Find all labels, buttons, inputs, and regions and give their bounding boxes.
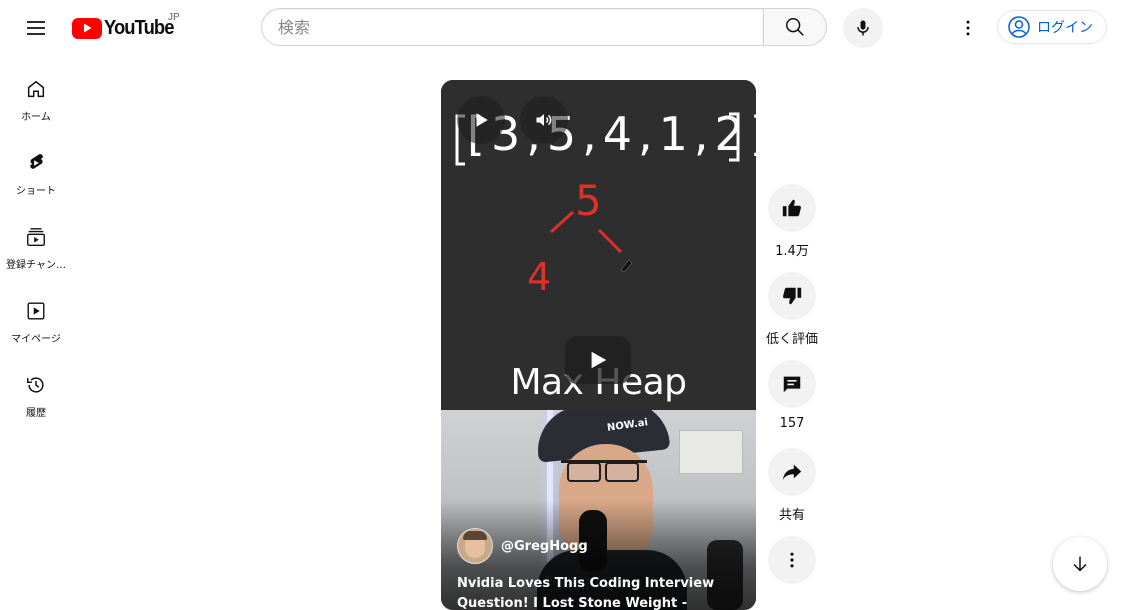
account-circle-icon — [1008, 16, 1030, 38]
video-title[interactable]: Nvidia Loves This Coding Interview Quest… — [457, 574, 747, 610]
comment-count: 157 — [779, 416, 805, 431]
channel-link[interactable]: @GregHogg — [457, 528, 588, 564]
home-icon — [27, 80, 45, 98]
heap-root-text: 5 — [575, 176, 602, 225]
like-button[interactable] — [768, 184, 816, 232]
more-vert-icon — [966, 20, 970, 36]
shorts-icon — [30, 154, 43, 169]
share-label: 共有 — [778, 508, 805, 523]
channel-name: @GregHogg — [501, 538, 588, 554]
dislike-button[interactable] — [768, 272, 816, 320]
comment-icon — [783, 376, 801, 393]
history-icon — [27, 377, 44, 393]
comments-button[interactable] — [768, 360, 816, 408]
sidebar-item-history[interactable]: 履歴 — [4, 358, 68, 432]
subscriptions-icon — [27, 228, 45, 246]
region-code: JP — [168, 12, 180, 23]
voice-search-button[interactable] — [843, 8, 883, 48]
login-label: ログイン — [1037, 20, 1093, 36]
more-action — [767, 536, 817, 584]
share-action: 共有 — [767, 448, 817, 523]
login-button[interactable]: ログイン — [997, 10, 1107, 44]
arrow-down-icon — [1073, 556, 1087, 572]
search-button[interactable] — [763, 8, 827, 46]
menu-button[interactable] — [16, 8, 56, 48]
share-icon — [782, 464, 802, 480]
search-icon — [786, 18, 804, 36]
shorts-player[interactable]: [3,5,4,1,2] 5 4 Max Heap NOW.ai @GregHog… — [441, 80, 756, 610]
sidebar-item-subscriptions[interactable]: 登録チャン… — [4, 210, 68, 284]
play-pause-button[interactable] — [457, 96, 505, 144]
search-box — [261, 8, 763, 46]
like-count: 1.4万 — [775, 244, 809, 259]
share-button[interactable] — [768, 448, 816, 496]
search-input[interactable] — [262, 9, 763, 45]
more-horiz-icon — [790, 552, 794, 568]
next-video-button[interactable] — [1053, 537, 1107, 591]
sidebar-item-label: ショート — [16, 186, 56, 197]
more-options-button[interactable] — [768, 536, 816, 584]
volume-button[interactable] — [520, 96, 568, 144]
you-icon — [27, 302, 45, 320]
comments-action: 157 — [767, 360, 817, 431]
sidebar-item-label: マイページ — [11, 334, 61, 345]
sidebar-item-home[interactable]: ホーム — [4, 62, 68, 136]
sidebar-item-you[interactable]: マイページ — [4, 284, 68, 358]
youtube-logo[interactable]: YouTube — [72, 14, 180, 42]
sidebar-item-shorts[interactable]: ショート — [4, 136, 68, 210]
logo-wordmark: YouTube — [104, 16, 174, 39]
play-icon — [476, 113, 488, 127]
volume-icon — [536, 114, 552, 126]
settings-more-button[interactable] — [948, 8, 988, 48]
hamburger-icon — [27, 21, 45, 35]
youtube-play-logo-icon — [72, 17, 102, 39]
dislike-label: 低く評価 — [766, 332, 819, 347]
microphone-icon — [857, 20, 869, 36]
center-play-button[interactable] — [565, 336, 631, 384]
sidebar-item-label: 登録チャン… — [6, 260, 66, 271]
like-action: 1.4万 — [767, 184, 817, 259]
thumb-up-icon — [782, 199, 801, 217]
play-icon — [591, 351, 607, 369]
channel-avatar — [457, 528, 493, 564]
sidebar-item-label: 履歴 — [26, 408, 46, 419]
dislike-action: 低く評価 — [766, 272, 819, 347]
whiteboard-array-text: [3,5,4,1,2] — [467, 107, 756, 161]
sidebar-item-label: ホーム — [21, 112, 51, 123]
thumb-down-icon — [783, 287, 802, 305]
heap-child-text: 4 — [527, 255, 552, 299]
